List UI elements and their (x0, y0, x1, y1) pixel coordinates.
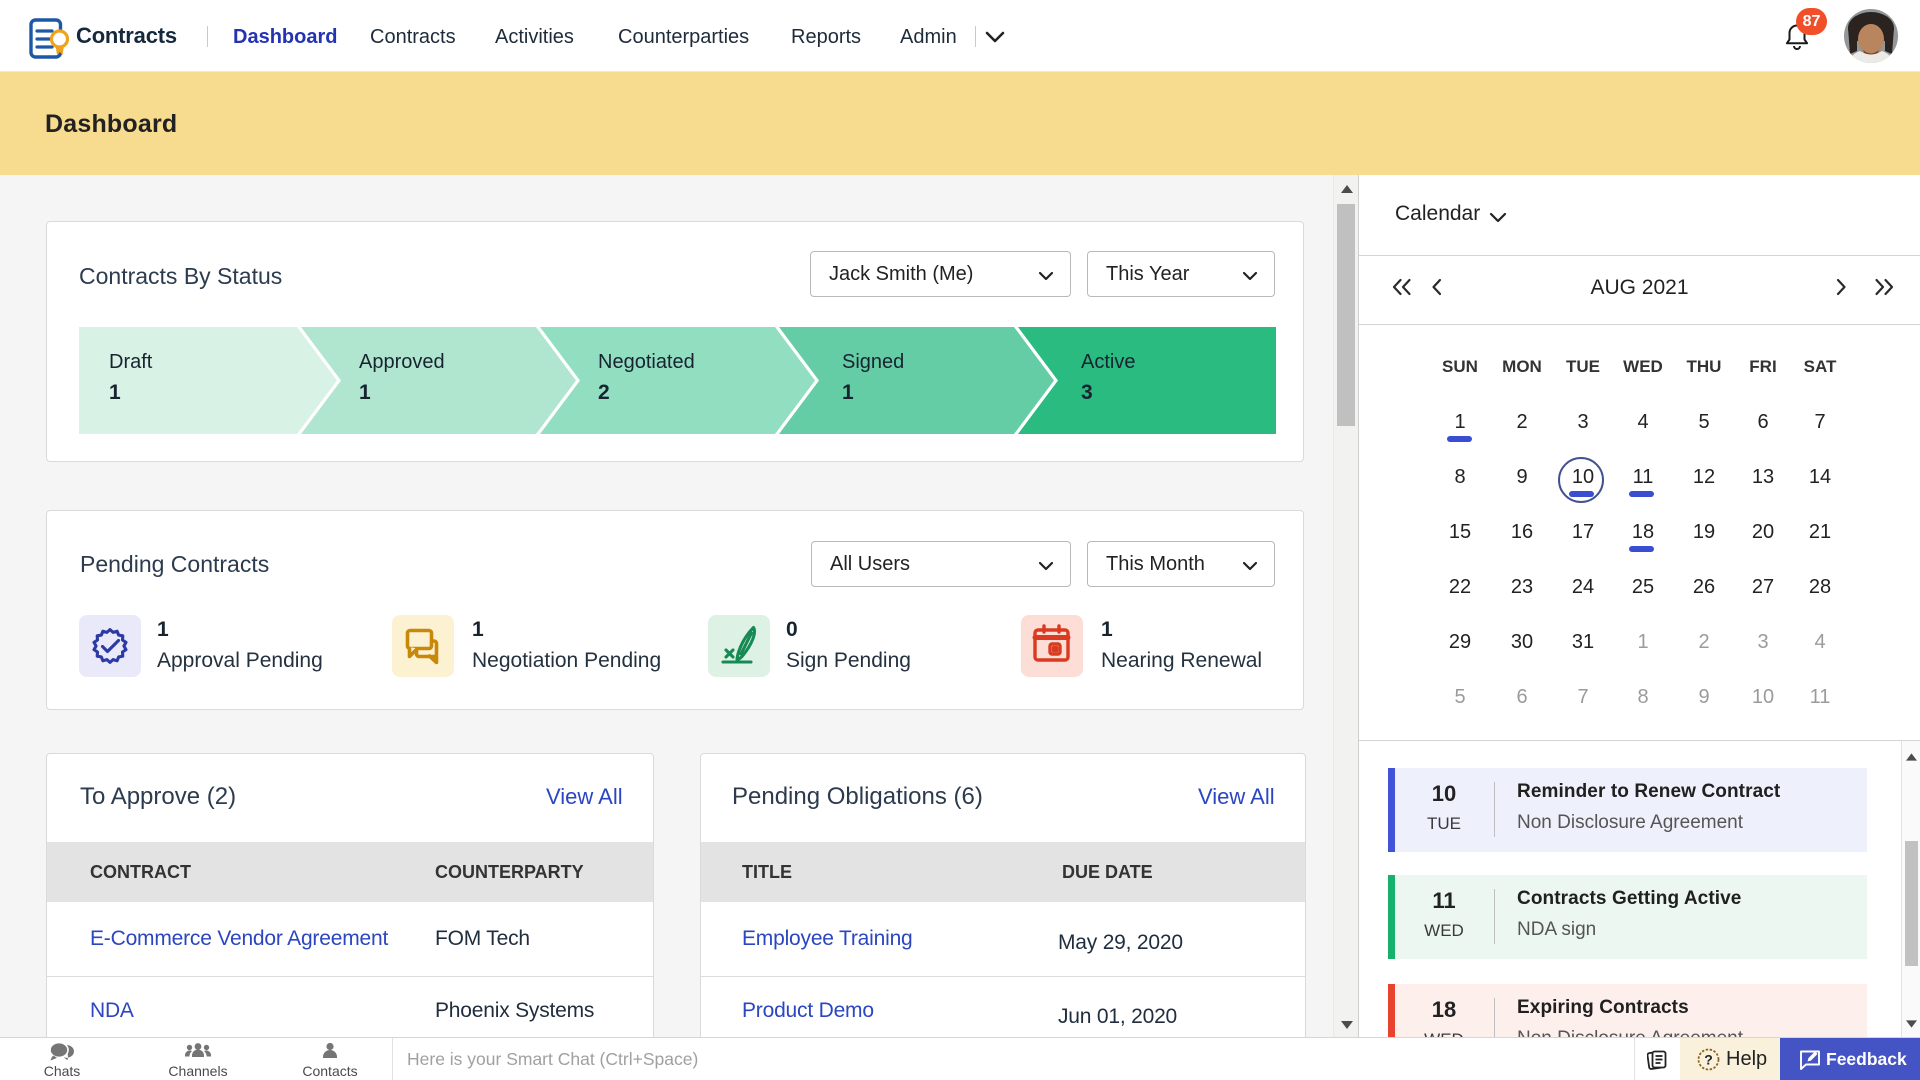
svg-text:?: ? (1704, 1052, 1713, 1068)
